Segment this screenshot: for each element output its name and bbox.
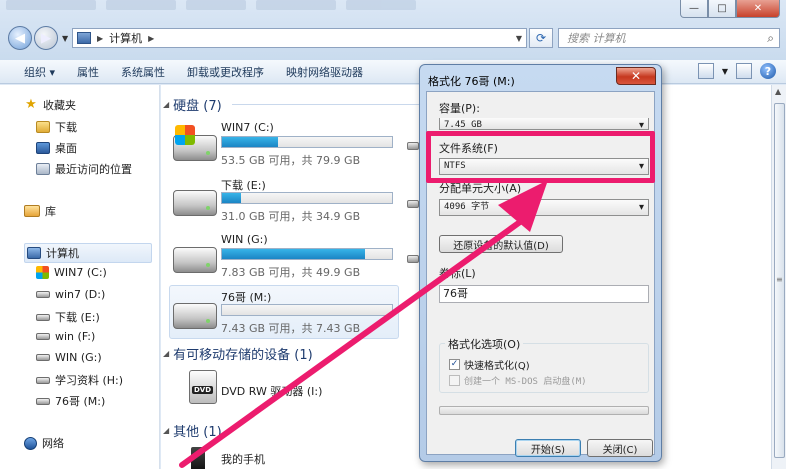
arrow-shaft (179, 219, 523, 468)
annotation-arrow (179, 180, 548, 468)
arrow-head (498, 180, 548, 232)
